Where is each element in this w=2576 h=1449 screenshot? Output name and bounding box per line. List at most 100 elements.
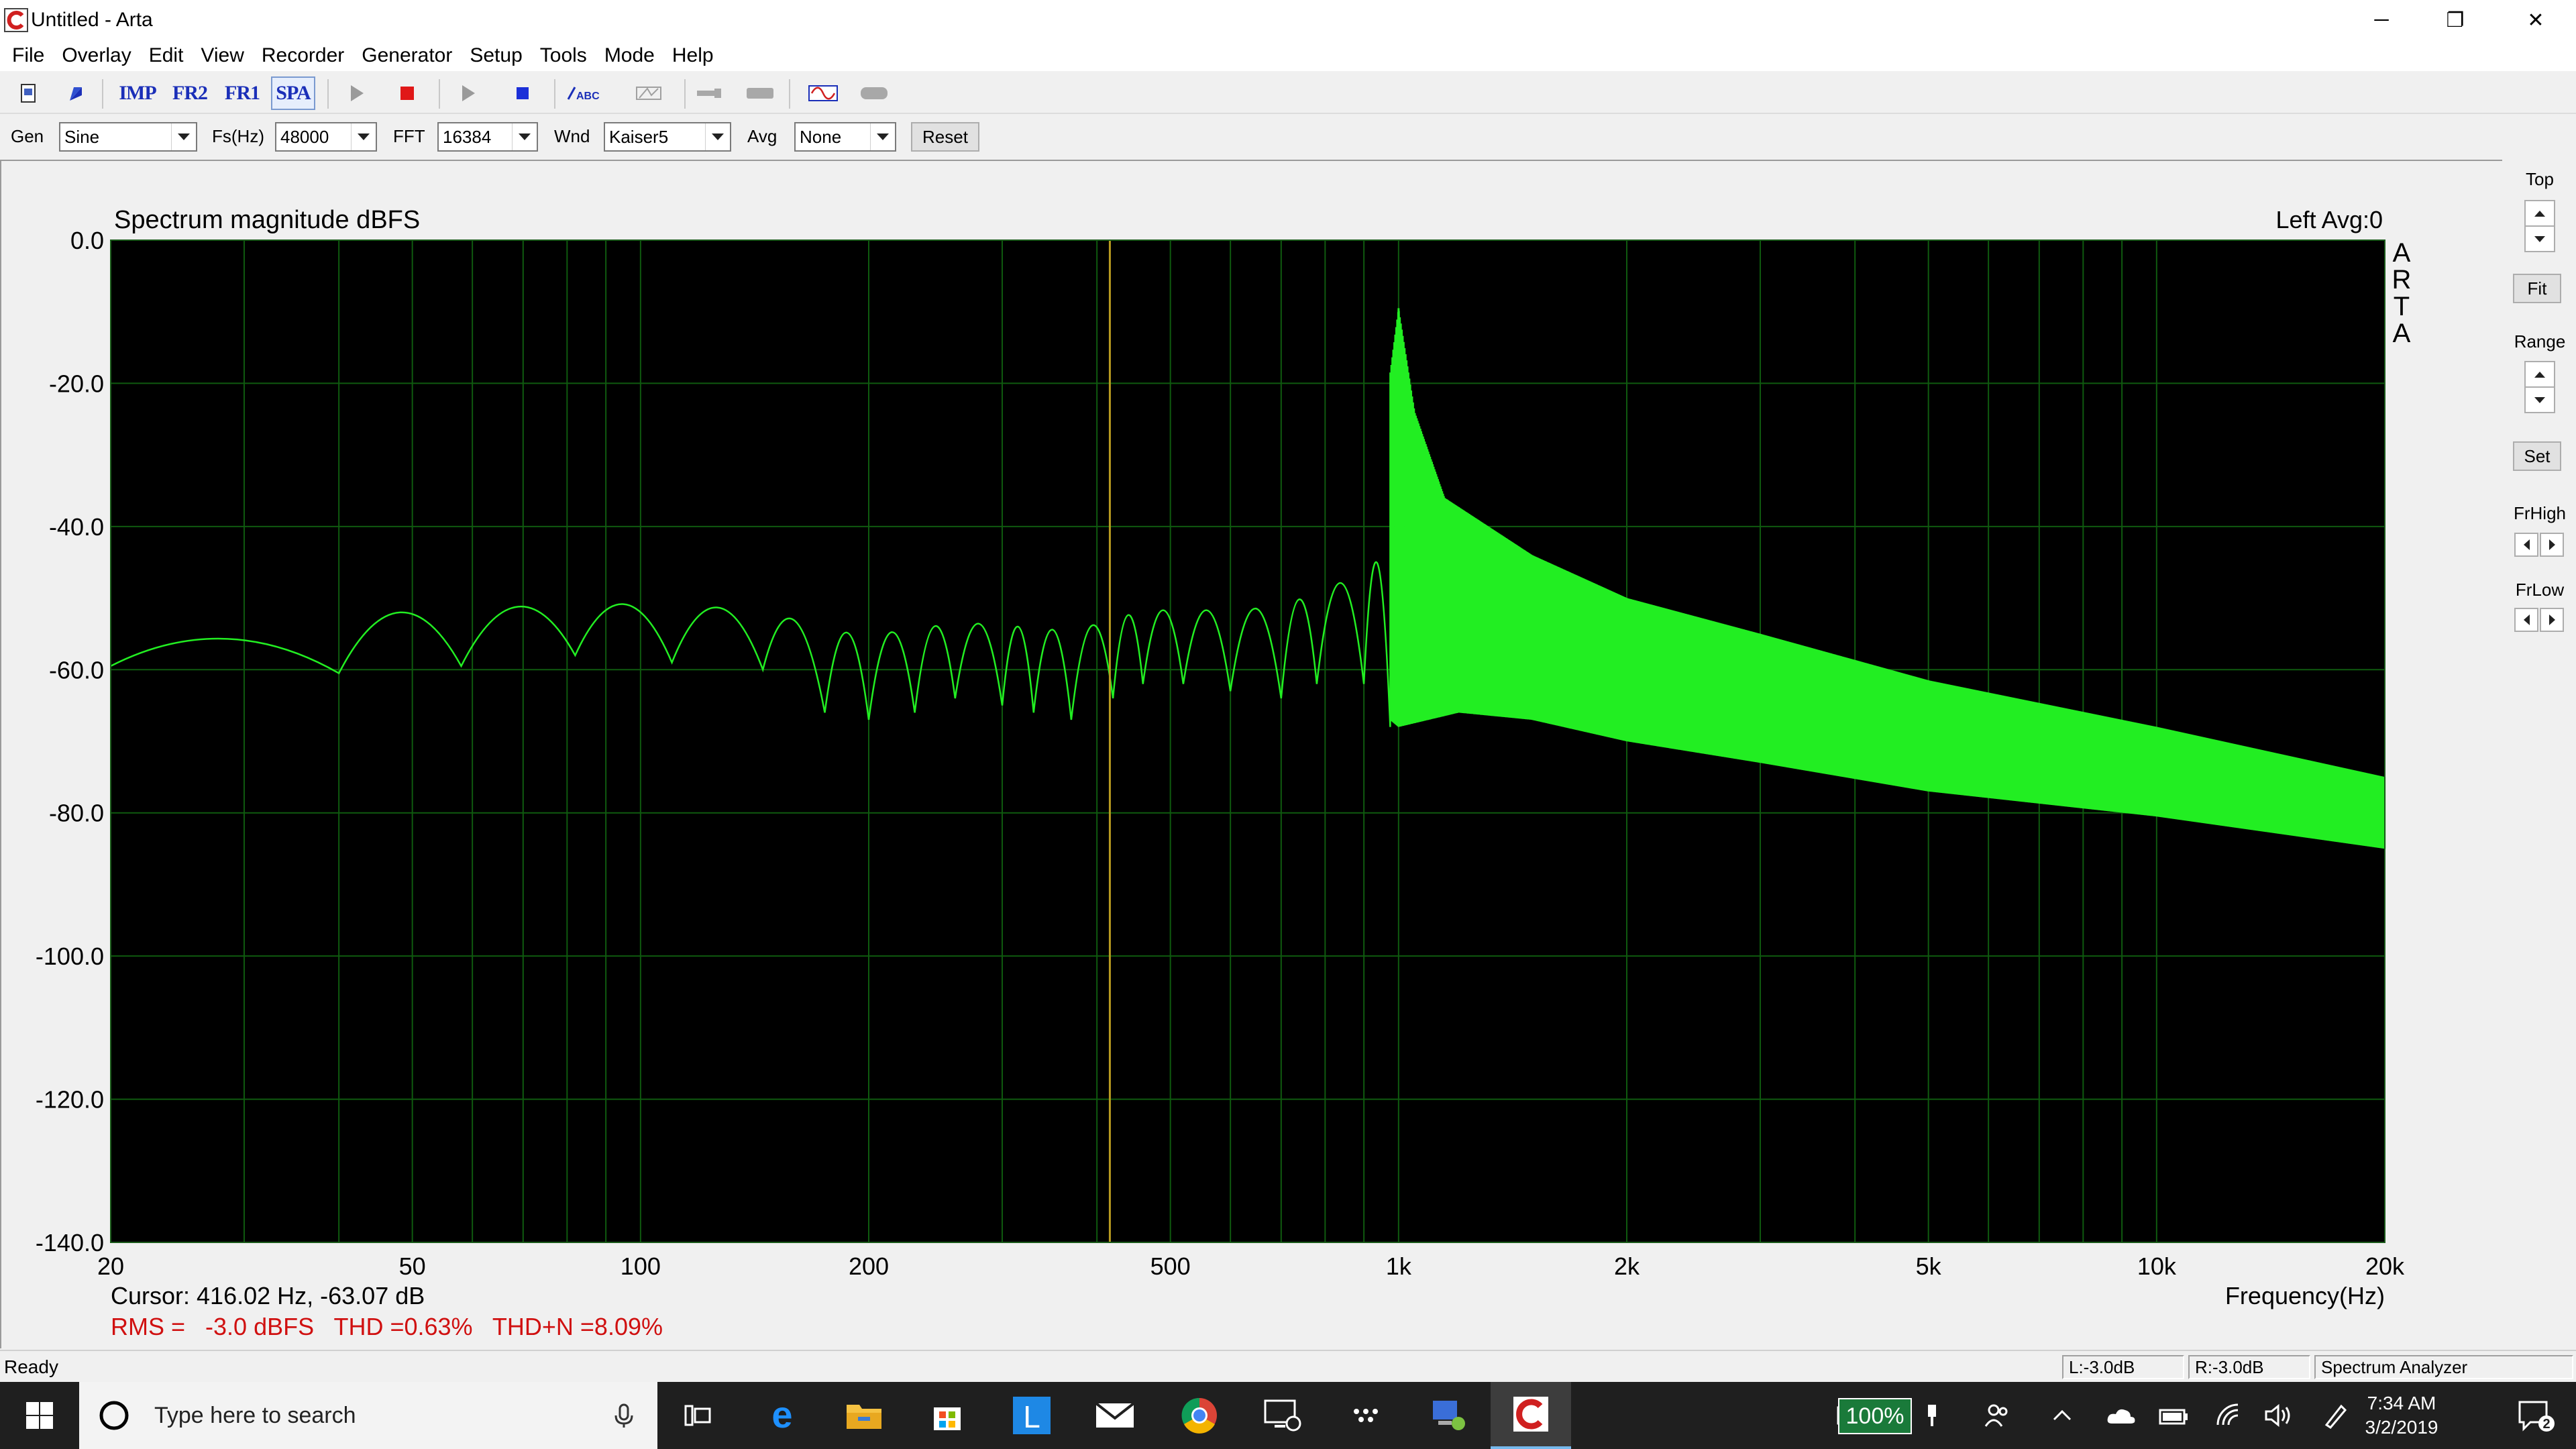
set-button[interactable]: Set — [2513, 441, 2561, 471]
frhigh-label: FrHigh — [2513, 503, 2566, 523]
chrome-button[interactable] — [1159, 1382, 1240, 1449]
reset-button[interactable]: Reset — [911, 122, 979, 152]
onedrive-tray[interactable] — [2101, 1382, 2141, 1449]
play2-button[interactable] — [445, 76, 490, 110]
channel-label: Left Avg:0 — [2276, 206, 2383, 233]
task-view-button[interactable] — [657, 1382, 738, 1449]
range-up-button[interactable] — [2524, 361, 2555, 388]
impulse-mode-button[interactable]: IMP — [115, 76, 160, 110]
pen-tray[interactable] — [2316, 1382, 2356, 1449]
edge-button[interactable]: e — [742, 1382, 822, 1449]
arrow-up-icon — [2534, 371, 2545, 378]
fit-button[interactable]: Fit — [2513, 274, 2561, 303]
microphone-icon[interactable] — [610, 1402, 637, 1429]
brand-letter: A — [2393, 238, 2411, 268]
menu-generator[interactable]: Generator — [353, 40, 461, 71]
range-down-button[interactable] — [2524, 386, 2555, 413]
frlow-left-button[interactable] — [2514, 608, 2538, 632]
stop-button[interactable] — [500, 76, 545, 110]
chevron-down-icon — [351, 123, 376, 150]
record-button[interactable] — [385, 76, 429, 110]
waveform-button[interactable] — [801, 76, 845, 110]
avg-select[interactable]: None — [794, 122, 896, 152]
cylinder-button[interactable] — [852, 76, 896, 110]
probe-button[interactable] — [687, 76, 731, 110]
menu-tools[interactable]: Tools — [531, 40, 596, 71]
play-button[interactable] — [334, 76, 378, 110]
status-mode: Spectrum Analyzer — [2314, 1355, 2573, 1379]
gen-label: Gen — [11, 126, 44, 146]
restore-button[interactable]: ❐ — [2408, 0, 2502, 40]
close-button[interactable]: ✕ — [2489, 0, 2576, 40]
notifications-button[interactable]: 2 — [2502, 1382, 2569, 1449]
fr1-mode-button[interactable]: FR1 — [220, 76, 264, 110]
arta-brand: A R T A — [2392, 238, 2412, 348]
volume-icon — [2265, 1403, 2290, 1428]
x-tick-label: 20k — [2365, 1252, 2405, 1280]
menu-view[interactable]: View — [192, 40, 252, 71]
open-button[interactable] — [54, 76, 98, 110]
fr2-mode-button[interactable]: FR2 — [168, 76, 212, 110]
volume-tray[interactable] — [2259, 1382, 2300, 1449]
gen-select[interactable]: Sine — [59, 122, 197, 152]
hidden-icons-button[interactable] — [2042, 1382, 2082, 1449]
frlow-label: FrLow — [2515, 580, 2565, 600]
power-tray[interactable] — [2153, 1382, 2194, 1449]
taskbar-clock[interactable]: 7:34 AM 3/2/2019 — [2361, 1391, 2442, 1440]
taskbar-search[interactable]: Type here to search — [79, 1382, 657, 1449]
new-file-button[interactable] — [7, 76, 51, 110]
generator-controls: Gen Sine Fs(Hz) 48000 FFT 16384 Wnd Kais… — [0, 114, 2576, 158]
menu-bar: File Overlay Edit View Recorder Generato… — [0, 40, 2576, 71]
menu-recorder[interactable]: Recorder — [253, 40, 353, 71]
y-tick-label: -80.0 — [49, 800, 104, 827]
frhigh-right-button[interactable] — [2540, 533, 2564, 557]
edge-icon: e — [771, 1397, 792, 1434]
spectrum-chart[interactable]: Spectrum magnitude dBFS Left Avg:0 0.0 -2… — [0, 160, 2502, 1348]
remote-desktop-icon — [1264, 1399, 1301, 1432]
menu-mode[interactable]: Mode — [596, 40, 663, 71]
arrow-left-icon — [2523, 614, 2530, 625]
y-tick-label: -100.0 — [36, 943, 104, 970]
taskbar: Type here to search e L 100% 7:34 AM 3/2… — [0, 1382, 2576, 1449]
frhigh-left-button[interactable] — [2514, 533, 2538, 557]
network-pc-button[interactable] — [1409, 1382, 1489, 1449]
x-tick-label: 1k — [1386, 1252, 1412, 1280]
menu-help[interactable]: Help — [663, 40, 722, 71]
l-app-button[interactable]: L — [991, 1382, 1072, 1449]
dots-app-button[interactable] — [1326, 1382, 1406, 1449]
toolbar-separator — [439, 79, 440, 109]
people-icon — [1984, 1404, 2008, 1427]
wnd-select[interactable]: Kaiser5 — [604, 122, 731, 152]
fs-select[interactable]: 48000 — [275, 122, 377, 152]
fft-select[interactable]: 16384 — [437, 122, 538, 152]
abc-button[interactable]: ABC — [562, 76, 606, 110]
arta-taskbar-button[interactable] — [1491, 1382, 1571, 1449]
cylinder-icon — [861, 87, 888, 99]
menu-setup[interactable]: Setup — [461, 40, 531, 71]
x-tick-label: 10k — [2137, 1252, 2177, 1280]
avg-label: Avg — [747, 126, 777, 146]
top-up-button[interactable] — [2524, 200, 2555, 227]
window-title: Untitled - Arta — [31, 9, 153, 31]
store-button[interactable] — [907, 1382, 987, 1449]
fft-value: 16384 — [443, 127, 492, 147]
toolbar-separator — [789, 79, 790, 109]
menu-file[interactable]: File — [0, 40, 53, 71]
remote-desktop-button[interactable] — [1242, 1382, 1323, 1449]
people-tray[interactable] — [1971, 1382, 2025, 1449]
menu-overlay[interactable]: Overlay — [53, 40, 140, 71]
brand-letter: R — [2392, 265, 2412, 294]
signal-button[interactable] — [627, 76, 671, 110]
x-tick-label: 5k — [1916, 1252, 1942, 1280]
spa-mode-button[interactable]: SPA — [271, 76, 315, 110]
top-down-button[interactable] — [2524, 225, 2555, 252]
file-explorer-button[interactable] — [824, 1382, 904, 1449]
menu-edit[interactable]: Edit — [140, 40, 193, 71]
toolbar: IMP FR2 FR1 SPA ABC — [0, 72, 2576, 114]
bar-button[interactable] — [738, 76, 782, 110]
start-button[interactable] — [0, 1382, 79, 1449]
new-file-icon — [21, 84, 36, 103]
wifi-tray[interactable] — [2210, 1382, 2250, 1449]
frlow-right-button[interactable] — [2540, 608, 2564, 632]
mail-button[interactable] — [1075, 1382, 1155, 1449]
